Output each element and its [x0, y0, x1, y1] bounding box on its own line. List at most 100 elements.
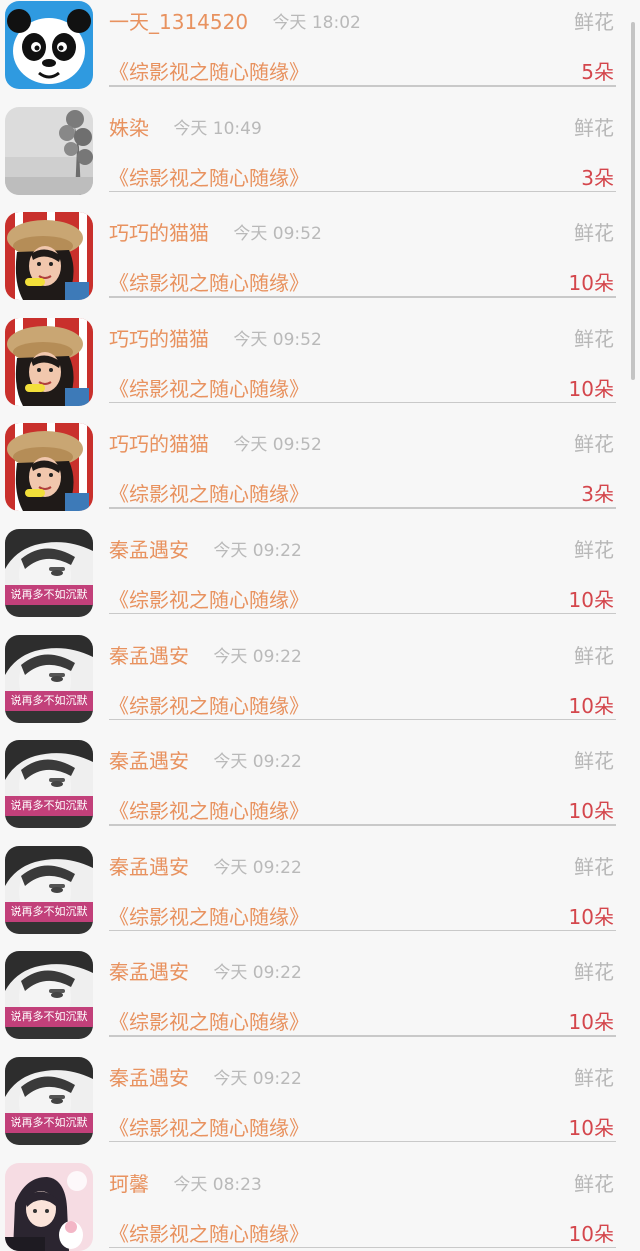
gift-type-label: 鲜花 — [574, 115, 614, 140]
panda-avatar — [5, 1, 93, 89]
gift-type-label: 鲜花 — [574, 854, 614, 879]
avatar-caption: 说再多不如沉默 — [5, 1007, 93, 1028]
book-title-link[interactable]: 《综影视之随心随缘》 — [109, 477, 309, 511]
gift-count: 10朵 — [568, 1115, 614, 1140]
avatar-caption: 说再多不如沉默 — [5, 796, 93, 817]
gift-record-row[interactable]: 巧巧的猫猫 今天 09:52 鲜花 《综影视之随心随缘》 10朵 — [0, 298, 640, 406]
gift-type-label: 鲜花 — [574, 537, 614, 562]
username[interactable]: 巧巧的猫猫 今天 09:52 — [109, 216, 322, 251]
username-label: 秦孟遇安 — [109, 749, 189, 774]
avatar[interactable] — [5, 1, 93, 89]
gift-time: 今天 09:52 — [233, 224, 322, 245]
username-label: 珂馨 — [109, 1171, 149, 1196]
username[interactable]: 秦孟遇安 今天 09:22 — [109, 1061, 302, 1096]
username-label: 秦孟遇安 — [109, 643, 189, 668]
gift-type-label: 鲜花 — [574, 1065, 614, 1090]
gift-record-row[interactable]: 姝染 今天 10:49 鲜花 《综影视之随心随缘》 3朵 — [0, 87, 640, 195]
username-label: 姝染 — [109, 115, 149, 140]
gift-time: 今天 09:22 — [213, 1068, 302, 1089]
book-title-link[interactable]: 《综影视之随心随缘》 — [109, 266, 309, 300]
gift-type-label: 鲜花 — [574, 10, 614, 34]
foggy-tree-avatar — [5, 106, 93, 195]
girl-hat-avatar — [5, 423, 93, 512]
gift-type-label: 鲜花 — [574, 221, 614, 246]
gift-record-row[interactable]: 说再多不如沉默 秦孟遇安 今天 09:22 鲜花 《综影视之随心随缘》 10朵 — [0, 931, 640, 1040]
avatar[interactable]: 说再多不如沉默 — [5, 634, 93, 723]
avatar-caption: 说再多不如沉默 — [5, 690, 93, 711]
book-title-link[interactable]: 《综影视之随心随缘》 — [109, 794, 309, 828]
username-label: 秦孟遇安 — [109, 854, 189, 879]
scrollbar[interactable] — [631, 22, 635, 380]
avatar[interactable]: 说再多不如沉默 — [5, 951, 93, 1040]
username-label: 巧巧的猫猫 — [109, 326, 209, 351]
gift-time: 今天 09:22 — [213, 857, 302, 878]
gift-type-label: 鲜花 — [574, 326, 614, 351]
gift-record-row[interactable]: 一天_1314520 今天 18:02 鲜花 《综影视之随心随缘》 5朵 — [0, 0, 640, 89]
book-title-link[interactable]: 《综影视之随心随缘》 — [109, 900, 309, 934]
avatar[interactable] — [5, 106, 93, 195]
book-title-link[interactable]: 《综影视之随心随缘》 — [109, 55, 309, 89]
gift-time: 今天 10:49 — [173, 118, 262, 139]
gift-time: 今天 09:52 — [233, 435, 322, 456]
book-title-link[interactable]: 《综影视之随心随缘》 — [109, 372, 309, 406]
book-title-link[interactable]: 《综影视之随心随缘》 — [109, 689, 309, 723]
gift-count: 5朵 — [581, 60, 614, 84]
gift-time: 今天 09:52 — [233, 329, 322, 350]
username-label: 秦孟遇安 — [109, 960, 189, 985]
gift-count: 10朵 — [568, 1010, 614, 1035]
gift-count: 10朵 — [568, 376, 614, 401]
gift-record-row[interactable]: 说再多不如沉默 秦孟遇安 今天 09:22 鲜花 《综影视之随心随缘》 10朵 — [0, 509, 640, 617]
avatar[interactable]: 说再多不如沉默 — [5, 528, 93, 617]
username[interactable]: 姝染 今天 10:49 — [109, 111, 262, 146]
gift-count: 10朵 — [568, 587, 614, 612]
gift-record-row[interactable]: 说再多不如沉默 秦孟遇安 今天 09:22 鲜花 《综影视之随心随缘》 10朵 — [0, 720, 640, 829]
avatar[interactable] — [5, 212, 93, 301]
gift-count: 10朵 — [568, 271, 614, 296]
avatar[interactable] — [5, 1162, 93, 1251]
avatar[interactable]: 说再多不如沉默 — [5, 740, 93, 829]
gift-record-row[interactable]: 说再多不如沉默 秦孟遇安 今天 09:22 鲜花 《综影视之随心随缘》 10朵 — [0, 615, 640, 723]
gift-record-row[interactable]: 说再多不如沉默 秦孟遇安 今天 09:22 鲜花 《综影视之随心随缘》 10朵 — [0, 826, 640, 934]
username[interactable]: 巧巧的猫猫 今天 09:52 — [109, 427, 322, 462]
avatar-caption: 说再多不如沉默 — [5, 1112, 93, 1133]
username[interactable]: 秦孟遇安 今天 09:22 — [109, 744, 302, 779]
username[interactable]: 秦孟遇安 今天 09:22 — [109, 533, 302, 568]
gift-time: 今天 18:02 — [272, 13, 361, 33]
avatar-caption: 说再多不如沉默 — [5, 901, 93, 922]
avatar[interactable] — [5, 317, 93, 406]
girl-hat-avatar — [5, 317, 93, 406]
book-title-link[interactable]: 《综影视之随心随缘》 — [109, 1005, 309, 1039]
book-title-link[interactable]: 《综影视之随心随缘》 — [109, 1111, 309, 1145]
username[interactable]: 一天_1314520 今天 18:02 — [109, 5, 361, 40]
username-label: 秦孟遇安 — [109, 1065, 189, 1090]
gift-record-list[interactable]: 一天_1314520 今天 18:02 鲜花 《综影视之随心随缘》 5朵 姝染 … — [0, 0, 640, 1251]
gift-time: 今天 09:22 — [213, 646, 302, 667]
username-label: 巧巧的猫猫 — [109, 221, 209, 246]
gift-time: 今天 09:22 — [213, 540, 302, 561]
book-title-link[interactable]: 《综影视之随心随缘》 — [109, 583, 309, 617]
avatar[interactable]: 说再多不如沉默 — [5, 1056, 93, 1145]
gift-record-row[interactable]: 说再多不如沉默 秦孟遇安 今天 09:22 鲜花 《综影视之随心随缘》 10朵 — [0, 1037, 640, 1145]
gift-type-label: 鲜花 — [574, 1171, 614, 1196]
username-label: 一天_1314520 — [109, 10, 249, 34]
username[interactable]: 珂馨 今天 08:23 — [109, 1167, 262, 1202]
book-title-link[interactable]: 《综影视之随心随缘》 — [109, 161, 309, 195]
username[interactable]: 巧巧的猫猫 今天 09:52 — [109, 322, 322, 357]
username-label: 巧巧的猫猫 — [109, 432, 209, 457]
gift-count: 10朵 — [568, 799, 614, 824]
book-title-link[interactable]: 《综影视之随心随缘》 — [109, 1217, 309, 1251]
gift-record-row[interactable]: 巧巧的猫猫 今天 09:52 鲜花 《综影视之随心随缘》 3朵 — [0, 403, 640, 512]
gift-type-label: 鲜花 — [574, 432, 614, 457]
username[interactable]: 秦孟遇安 今天 09:22 — [109, 850, 302, 885]
gift-count: 10朵 — [568, 1221, 614, 1246]
gift-count: 3朵 — [581, 165, 614, 190]
anime-couple-avatar — [5, 1162, 93, 1251]
gift-time: 今天 08:23 — [173, 1174, 262, 1195]
gift-record-row[interactable]: 珂馨 今天 08:23 鲜花 《综影视之随心随缘》 10朵 — [0, 1143, 640, 1251]
avatar[interactable] — [5, 423, 93, 512]
avatar[interactable]: 说再多不如沉默 — [5, 845, 93, 934]
username[interactable]: 秦孟遇安 今天 09:22 — [109, 639, 302, 674]
gift-time: 今天 09:22 — [213, 752, 302, 773]
username[interactable]: 秦孟遇安 今天 09:22 — [109, 955, 302, 990]
gift-record-row[interactable]: 巧巧的猫猫 今天 09:52 鲜花 《综影视之随心随缘》 10朵 — [0, 192, 640, 301]
